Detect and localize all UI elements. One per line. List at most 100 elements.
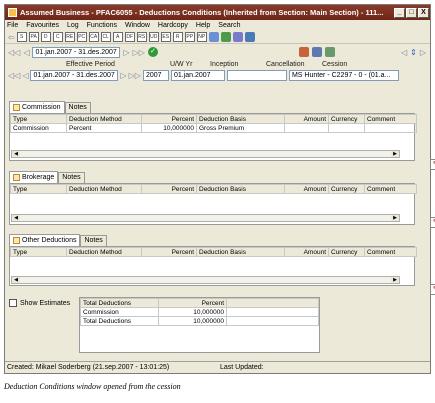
home-icon[interactable]: [220, 32, 231, 42]
show-estimates-checkbox[interactable]: [9, 299, 17, 307]
column-header[interactable]: Type: [10, 114, 67, 124]
column-header[interactable]: Percent: [141, 114, 197, 124]
deduction-type-cell[interactable]: Commission: [80, 307, 159, 317]
column-header[interactable]: Currency: [328, 247, 365, 257]
percent-cell[interactable]: 10,000000: [141, 123, 197, 133]
column-header[interactable]: Percent: [158, 298, 227, 308]
right-arrow-icon[interactable]: ▷: [420, 48, 426, 57]
horizontal-scrollbar[interactable]: ◀ ▶: [11, 276, 400, 284]
toolbar-icon-cl[interactable]: CL: [100, 32, 111, 42]
menu-help[interactable]: Help: [196, 22, 210, 29]
first-period-icon[interactable]: ◁◁: [8, 48, 20, 57]
edit-row-icon[interactable]: ✎: [430, 159, 435, 170]
toolbar-icon-ud[interactable]: UD: [148, 32, 159, 42]
type-cell[interactable]: Commission: [10, 123, 67, 133]
column-header[interactable]: Currency: [328, 184, 365, 194]
toolbar-icon-c[interactable]: C: [52, 32, 63, 42]
column-header[interactable]: Deduction Method: [66, 247, 142, 257]
column-header[interactable]: Deduction Basis: [196, 184, 285, 194]
menu-log[interactable]: Log: [67, 22, 79, 29]
chart-icon[interactable]: [244, 32, 255, 42]
column-header[interactable]: Total Deductions: [80, 298, 159, 308]
tab-commission[interactable]: Commission: [9, 101, 65, 113]
amount-cell[interactable]: [284, 123, 329, 133]
horizontal-scrollbar[interactable]: ◀ ▶: [11, 214, 400, 222]
menu-search[interactable]: Search: [218, 22, 240, 29]
menu-favourites[interactable]: Favourites: [26, 22, 59, 29]
effective-period-field[interactable]: 01.jan.2007 - 31.des.2007: [30, 70, 119, 81]
scroll-left-icon[interactable]: ◀: [12, 215, 20, 221]
menu-functions[interactable]: Functions: [87, 22, 117, 29]
tab-other-notes[interactable]: Notes: [80, 235, 107, 246]
minimize-button[interactable]: _: [394, 7, 405, 18]
check-icon[interactable]: ✓: [147, 47, 158, 57]
deduction-basis-cell[interactable]: Gross Premium: [196, 123, 285, 133]
close-button[interactable]: X: [418, 7, 429, 18]
column-header[interactable]: Amount: [284, 184, 329, 194]
toolbar-icon-rs[interactable]: RS: [136, 32, 147, 42]
next-period-icon[interactable]: ▷: [123, 48, 129, 57]
tab-other-deductions[interactable]: Other Deductions: [9, 234, 81, 246]
scroll-right-icon[interactable]: ▶: [391, 215, 399, 221]
previous-period-icon[interactable]: ◁: [23, 48, 29, 57]
back-arrow-icon[interactable]: ⇦: [8, 33, 15, 42]
pencil-icon[interactable]: [232, 32, 243, 42]
column-header[interactable]: Deduction Method: [66, 184, 142, 194]
comment-cell[interactable]: [364, 123, 417, 133]
deduction-method-cell[interactable]: Percent: [66, 123, 142, 133]
toolbar-icon-pp[interactable]: PP: [184, 32, 195, 42]
period-selector[interactable]: 01.jan.2007 - 31.des.2007: [32, 46, 121, 58]
toolbar-icon-pc[interactable]: PC: [76, 32, 87, 42]
last-period-icon[interactable]: ▷▷: [133, 48, 145, 57]
window-icon[interactable]: [208, 32, 219, 42]
column-header[interactable]: Percent: [141, 247, 197, 257]
column-header[interactable]: Comment: [364, 247, 417, 257]
menu-window[interactable]: Window: [125, 22, 150, 29]
table-row[interactable]: Total Deductions 10,000000: [80, 316, 319, 326]
toolbar-icon-s[interactable]: S: [16, 32, 27, 42]
tab-commission-notes[interactable]: Notes: [64, 102, 91, 113]
edit-row-icon[interactable]: ✎: [430, 217, 435, 228]
tab-brokerage-notes[interactable]: Notes: [58, 172, 85, 183]
horizontal-scrollbar[interactable]: ◀ ▶: [11, 150, 400, 158]
toolbar-icon-df[interactable]: DF: [124, 32, 135, 42]
table-row[interactable]: Commission Percent 10,000000 Gross Premi…: [10, 123, 417, 133]
column-header[interactable]: Comment: [364, 184, 417, 194]
scroll-right-icon[interactable]: ▶: [391, 277, 399, 283]
scroll-left-icon[interactable]: ◀: [12, 277, 20, 283]
updown-arrow-icon[interactable]: ⇕: [410, 48, 417, 57]
toolbar-icon-np[interactable]: NP: [196, 32, 207, 42]
scroll-left-icon[interactable]: ◀: [12, 151, 20, 157]
column-header[interactable]: Percent: [141, 184, 197, 194]
toolbar-icon-a[interactable]: A: [112, 32, 123, 42]
next-contract-icon[interactable]: ▷: [120, 71, 126, 80]
currency-cell[interactable]: [328, 123, 365, 133]
menu-file[interactable]: File: [7, 22, 18, 29]
deduction-type-cell[interactable]: Total Deductions: [80, 316, 159, 326]
column-header[interactable]: Deduction Basis: [196, 114, 285, 124]
tab-brokerage[interactable]: Brokerage: [9, 171, 59, 183]
column-header[interactable]: Deduction Method: [66, 114, 142, 124]
toolbar-icon-d[interactable]: D: [40, 32, 51, 42]
flag-icon[interactable]: [298, 47, 309, 57]
column-header[interactable]: Comment: [364, 114, 417, 124]
table-row[interactable]: Commission 10,000000: [80, 307, 319, 317]
column-header[interactable]: Deduction Basis: [196, 247, 285, 257]
left-arrow-icon[interactable]: ◁: [401, 48, 407, 57]
toolbar-icon-es[interactable]: ES: [160, 32, 171, 42]
maximize-button[interactable]: □: [406, 7, 417, 18]
toolbar-icon-pa[interactable]: PA: [28, 32, 39, 42]
percent-cell[interactable]: 10,000000: [158, 307, 227, 317]
report-icon[interactable]: [311, 47, 322, 57]
percent-cell[interactable]: 10,000000: [158, 316, 227, 326]
menu-hardcopy[interactable]: Hardcopy: [158, 22, 188, 29]
scroll-right-icon[interactable]: ▶: [391, 151, 399, 157]
column-header[interactable]: Type: [10, 247, 67, 257]
column-header[interactable]: Amount: [284, 247, 329, 257]
toolbar-icon-re[interactable]: RE: [64, 32, 75, 42]
column-header[interactable]: Amount: [284, 114, 329, 124]
previous-contract-icon[interactable]: ◁: [22, 71, 28, 80]
edit-row-icon[interactable]: ✎: [430, 284, 435, 295]
column-header[interactable]: Currency: [328, 114, 365, 124]
document-icon[interactable]: [324, 47, 335, 57]
